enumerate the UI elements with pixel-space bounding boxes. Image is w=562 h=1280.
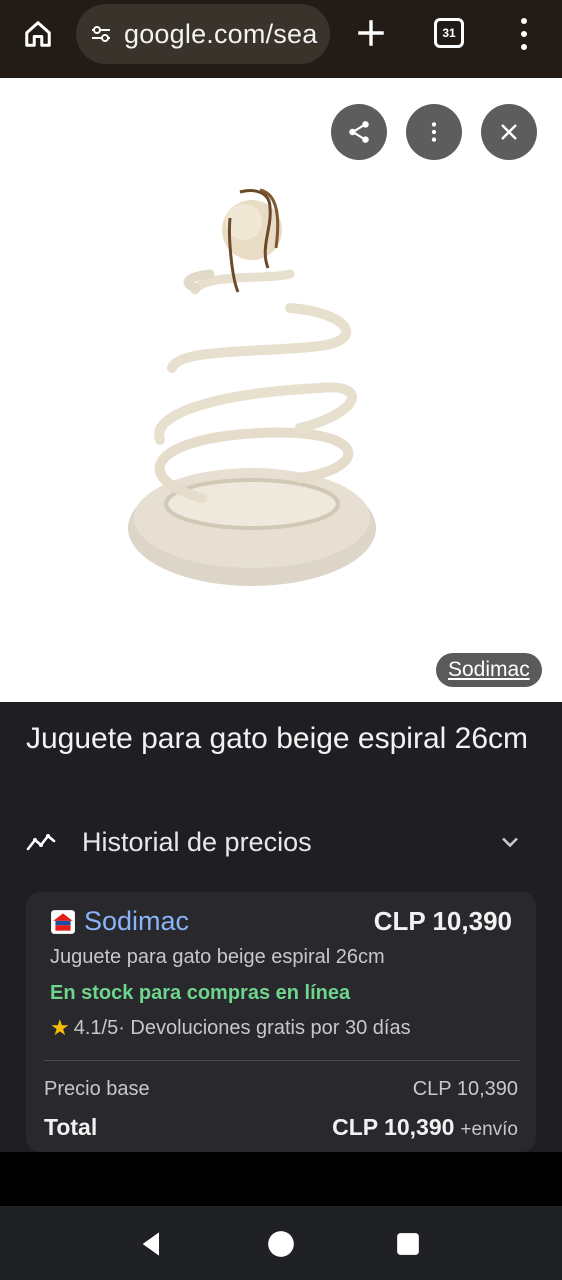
home-button[interactable] [263,1226,299,1262]
address-bar[interactable]: google.com/sea [76,4,330,64]
divider [44,1060,520,1061]
tab-switcher-button[interactable]: 31 [434,18,464,48]
chevron-down-icon [502,837,518,848]
site-settings-icon[interactable] [88,21,114,47]
back-triangle-icon [142,1232,159,1256]
total-value: CLP 10,390 [332,1114,455,1140]
home-icon[interactable] [20,16,56,52]
recents-button[interactable] [390,1226,426,1262]
trend-icon [26,834,56,851]
shipping-note: +envío [460,1119,518,1140]
total-row-value: CLP 10,390 +envío [332,1114,518,1141]
share-button[interactable] [331,104,387,160]
new-tab-icon[interactable] [354,16,388,50]
return-policy: · Devoluciones gratis por 30 días [118,1016,411,1039]
product-photo [128,188,376,586]
back-button[interactable] [134,1226,170,1262]
rating-row: ★ 4.1/5 · Devoluciones gratis por 30 día… [50,1015,411,1041]
base-price-label: Precio base [44,1078,150,1100]
rating-value: 4.1/5 [73,1016,119,1039]
price-history-toggle[interactable]: Historial de precios [26,820,536,864]
home-circle-icon [268,1231,294,1257]
close-button[interactable] [481,104,537,160]
system-navigation-bar [0,1206,562,1280]
options-button[interactable] [406,104,462,160]
recents-square-icon [397,1233,419,1255]
more-menu-icon[interactable] [512,14,536,54]
store-name: Sodimac [84,906,190,936]
stock-status: En stock para compras en línea [50,982,351,1004]
offer-description: Juguete para gato beige espiral 26cm [50,946,385,968]
price-history-label: Historial de precios [82,826,312,857]
product-title: Juguete para gato beige espiral 26cm [26,722,529,755]
offer-price: CLP 10,390 [373,906,512,936]
product-image-viewer: Sodimac [0,78,562,702]
total-label: Total [44,1114,98,1140]
share-icon [349,121,369,143]
empty-band [0,1152,562,1206]
store-logo-icon [51,909,75,934]
image-source-chip[interactable]: Sodimac [436,653,542,687]
store-link[interactable]: Sodimac [50,906,189,937]
more-vert-icon [431,122,437,142]
close-icon [501,124,517,140]
star-icon: ★ [50,1015,70,1040]
browser-toolbar: google.com/sea 31 [0,0,562,78]
url-text: google.com/sea [124,18,318,49]
offer-card[interactable]: Sodimac CLP 10,390 Juguete para gato bei… [26,892,536,1152]
base-price-value: CLP 10,390 [412,1078,518,1100]
product-panel: Juguete para gato beige espiral 26cm His… [0,702,562,1152]
